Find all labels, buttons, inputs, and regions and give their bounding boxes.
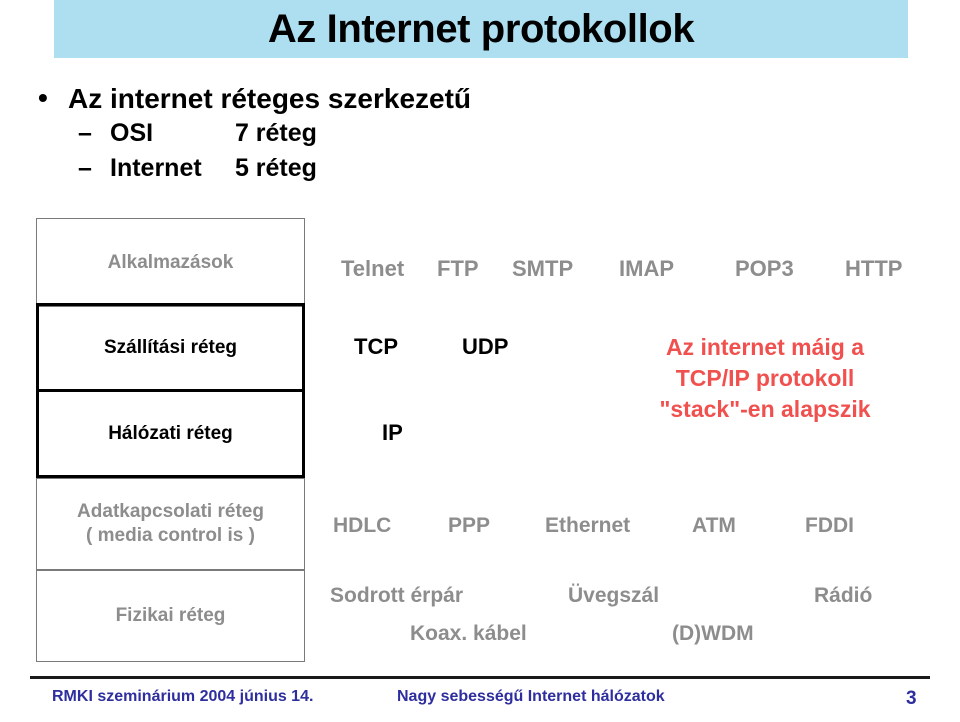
bullet-internet-name: Internet [110, 154, 202, 182]
protocol-smtp: SMTP [512, 256, 574, 281]
layer-label-transport: Szállítási réteg [103, 336, 238, 358]
layer-label-application: Alkalmazások [107, 251, 234, 273]
media-twisted-pair: Sodrott érpár [330, 584, 464, 607]
callout-line-2: TCP/IP protokoll [675, 365, 855, 391]
protocol-ip: IP [382, 420, 403, 445]
bullet-marker-dot: • [38, 82, 48, 113]
protocol-fddi: FDDI [805, 514, 854, 537]
layer-label-datalink-line2: ( media control is ) [86, 525, 255, 546]
slide-canvas: Az Internet protokollok • Az internet ré… [0, 0, 960, 722]
media-coax-cable: Koax. kábel [410, 622, 527, 645]
layer-box-network: Hálózati réteg [36, 389, 305, 478]
layer-box-physical: Fizikai réteg [36, 570, 305, 662]
protocol-udp: UDP [462, 334, 509, 359]
bullet-item-internet: – Internet 5 réteg [0, 151, 520, 186]
footer-event-info: RMKI szeminárium 2004 június 14. [52, 688, 314, 705]
layer-label-datalink: Adatkapcsolati réteg ( media control is … [77, 500, 264, 548]
protocol-ethernet: Ethernet [545, 514, 631, 537]
protocol-tcp: TCP [354, 334, 398, 359]
media-fiber: Üvegszál [568, 584, 660, 607]
protocol-hdlc: HDLC [333, 514, 392, 537]
bullet-list: • Az internet réteges szerkezetű – OSI 7… [0, 82, 520, 186]
media-dwdm: (D)WDM [672, 622, 754, 645]
footer-presentation-title: Nagy sebességű Internet hálózatok [397, 688, 665, 705]
page-title: Az Internet protokollok [267, 6, 695, 51]
protocol-pop3: POP3 [735, 256, 794, 281]
footer-page-number: 3 [906, 688, 917, 709]
bullet-primary-label: Az internet réteges szerkezetű [68, 83, 472, 114]
slide-title-band: Az Internet protokollok [54, 0, 908, 58]
media-radio: Rádió [814, 584, 873, 607]
bullet-item-primary: • Az internet réteges szerkezetű [0, 82, 520, 116]
callout-note: Az internet máig a TCP/IP protokoll "sta… [600, 332, 930, 425]
protocol-ftp: FTP [437, 256, 479, 281]
callout-line-3: "stack"-en alapszik [659, 396, 871, 422]
bullet-item-osi: – OSI 7 réteg [0, 116, 520, 151]
callout-line-1: Az internet máig a [665, 334, 865, 360]
bullet-marker-dash: – [78, 119, 92, 147]
layer-label-physical: Fizikai réteg [115, 605, 226, 626]
bullet-internet-value: 5 réteg [234, 154, 317, 182]
bullet-osi-name: OSI [110, 119, 154, 147]
protocol-telnet: Telnet [341, 256, 405, 281]
layer-box-datalink: Adatkapcsolati réteg ( media control is … [36, 478, 305, 570]
layer-box-application: Alkalmazások [36, 218, 305, 307]
protocol-http: HTTP [845, 256, 903, 281]
protocol-atm: ATM [692, 514, 736, 537]
layer-label-datalink-line1: Adatkapcsolati réteg [77, 501, 264, 522]
protocol-ppp: PPP [448, 514, 491, 537]
bullet-marker-dash: – [78, 154, 92, 182]
layer-label-network: Hálózati réteg [108, 422, 233, 444]
footer-divider [30, 676, 930, 679]
bullet-osi-value: 7 réteg [234, 119, 317, 147]
layer-box-transport: Szállítási réteg [36, 303, 305, 392]
protocol-imap: IMAP [619, 256, 674, 281]
